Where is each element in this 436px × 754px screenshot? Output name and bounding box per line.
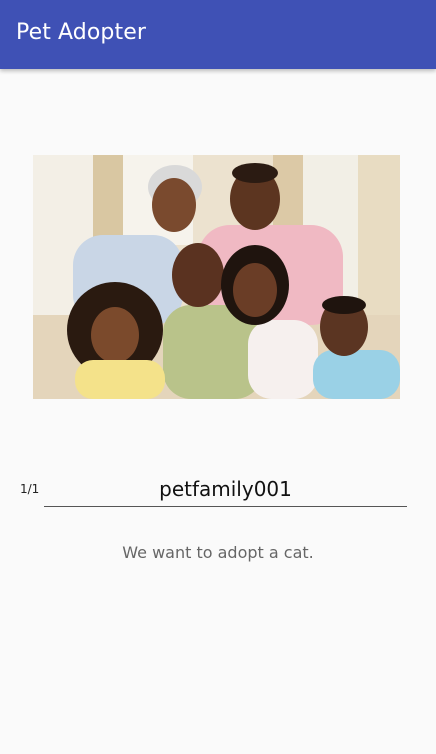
- username-field[interactable]: petfamily001: [44, 472, 407, 507]
- app-title: Pet Adopter: [16, 20, 146, 45]
- profile-counter: 1/1: [20, 482, 40, 496]
- app-bar: Pet Adopter: [0, 0, 436, 69]
- family-photo-image: [33, 155, 400, 399]
- username-text: petfamily001: [159, 477, 292, 501]
- profile-description: We want to adopt a cat.: [122, 543, 314, 562]
